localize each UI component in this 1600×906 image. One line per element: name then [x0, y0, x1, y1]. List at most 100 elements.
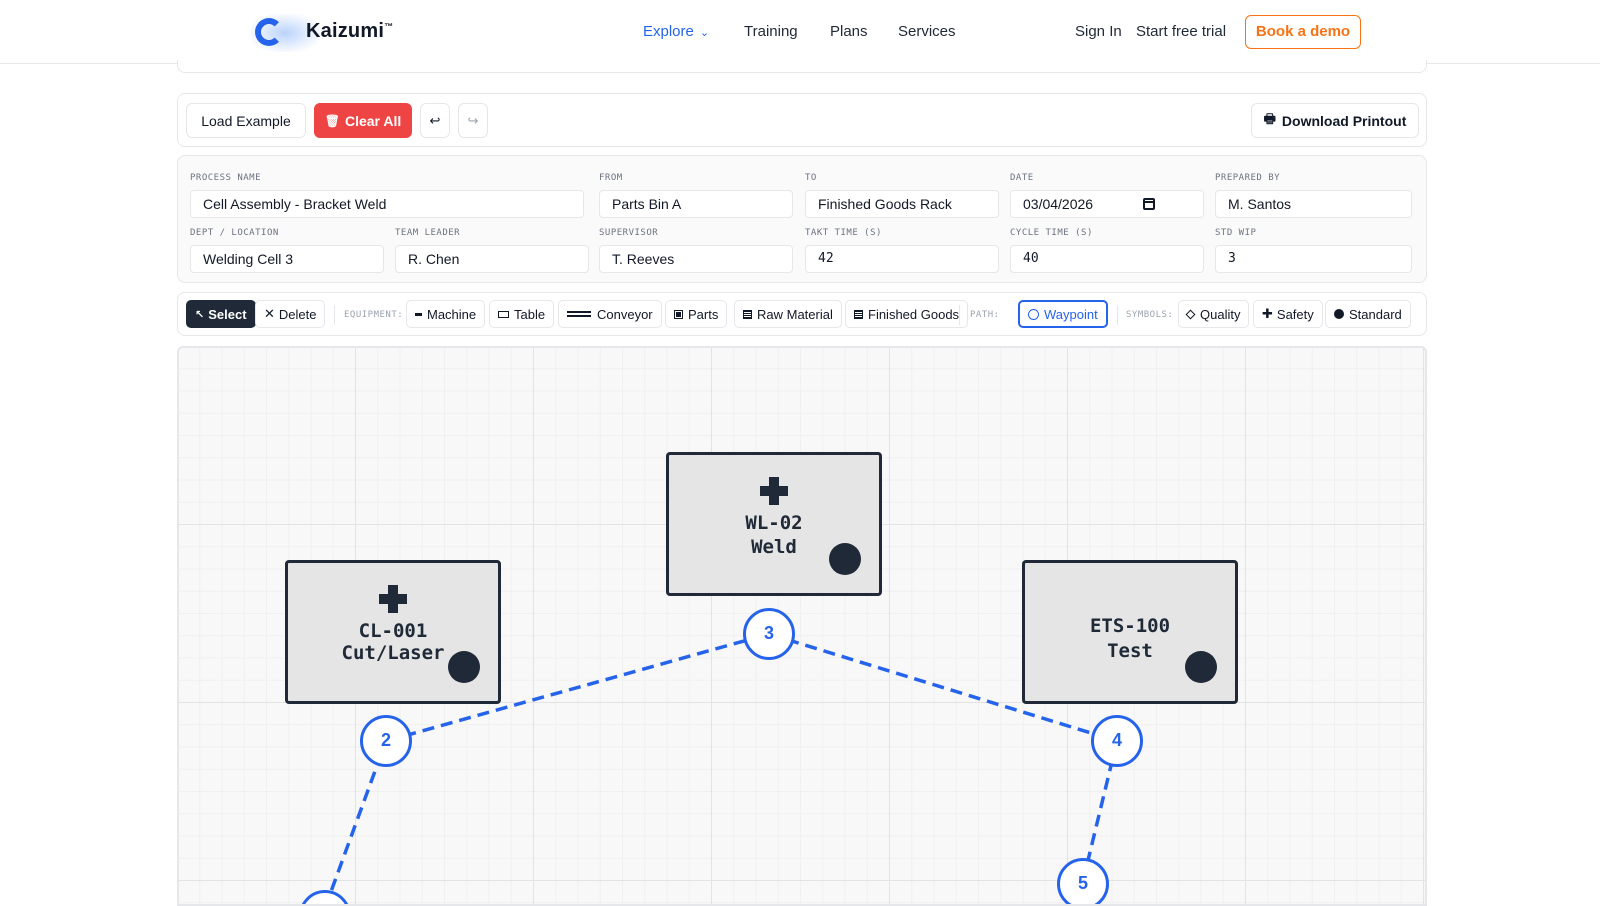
raw-material-tool-button[interactable]: Raw Material [734, 300, 842, 328]
prepared-by-label: PREPARED BY [1215, 173, 1281, 183]
cycle-time-input[interactable]: 40 [1010, 245, 1204, 273]
std-wip-label: STD WIP [1215, 228, 1257, 238]
brand-name[interactable]: Kaizumi™ [306, 20, 393, 43]
std-wip-field: STD WIP 3 [1215, 228, 1412, 273]
safety-tool-button[interactable]: ✚ Safety [1253, 300, 1323, 328]
trash-icon: 🗑 [324, 113, 340, 128]
calendar-icon[interactable] [1143, 198, 1155, 210]
delete-tool-button[interactable]: ✕ Delete [255, 300, 326, 328]
equipment-group-label: EQUIPMENT: [344, 310, 404, 320]
machine-node[interactable]: WL-02 Weld [666, 452, 882, 596]
palette-divider [959, 305, 960, 325]
previous-card-edge [177, 60, 1427, 73]
nav-services[interactable]: Services [898, 23, 956, 40]
waypoint-tool-button[interactable]: Waypoint [1018, 300, 1108, 328]
takt-time-field: TAKT TIME (S) 42 [805, 228, 999, 273]
machine-id: CL-001 [358, 620, 428, 642]
std-wip-input[interactable]: 3 [1215, 245, 1412, 273]
waypoint-marker[interactable]: 3 [743, 608, 795, 660]
download-printout-button[interactable]: 🖶 Download Printout [1251, 103, 1419, 138]
takt-time-label: TAKT TIME (S) [805, 228, 882, 238]
waypoint-marker[interactable]: 5 [1057, 858, 1109, 904]
cycle-time-field: CYCLE TIME (S) 40 [1010, 228, 1204, 273]
quality-diamond-icon [1185, 309, 1196, 319]
process-name-label: PROCESS NAME [190, 173, 262, 183]
waypoint-marker[interactable]: 4 [1091, 715, 1143, 767]
supervisor-input[interactable]: T. Reeves [599, 245, 793, 273]
team-leader-label: TEAM LEADER [395, 228, 461, 238]
path-segment[interactable] [324, 740, 388, 906]
printer-icon: 🖶 [1263, 110, 1276, 126]
standard-dot-icon [829, 543, 861, 575]
dept-location-input[interactable]: Welding Cell 3 [190, 245, 384, 273]
finished-goods-tool-button[interactable]: Finished Goods [845, 300, 969, 328]
team-leader-field: TEAM LEADER R. Chen [395, 228, 589, 273]
dept-location-label: DEPT / LOCATION [190, 228, 279, 238]
prepared-by-field: PREPARED BY M. Santos [1215, 173, 1412, 218]
book-demo-button[interactable]: Book a demo [1245, 15, 1361, 49]
symbols-group-label: SYMBOLS: [1126, 310, 1174, 320]
chevron-down-icon: ⌄ [699, 27, 710, 39]
machine-icon [415, 312, 422, 316]
sign-in-link[interactable]: Sign In [1075, 23, 1122, 40]
waypoint-marker[interactable]: 2 [360, 715, 412, 767]
prepared-by-input[interactable]: M. Santos [1215, 190, 1412, 218]
supervisor-label: SUPERVISOR [599, 228, 659, 238]
kaizumi-logo-icon[interactable] [255, 18, 283, 46]
finished-goods-icon [854, 309, 863, 319]
path-group-label: PATH: [970, 310, 1000, 320]
nav-training[interactable]: Training [744, 23, 798, 40]
start-free-trial-link[interactable]: Start free trial [1136, 23, 1226, 40]
standard-dot-icon [1334, 309, 1344, 319]
waypoint-icon [1028, 308, 1039, 320]
conveyor-tool-button[interactable]: Conveyor [558, 300, 662, 328]
cursor-icon: ↖ [195, 308, 205, 321]
table-icon [498, 310, 509, 318]
redo-button[interactable]: ↪ [458, 103, 488, 138]
tool-palette: ↖ Select ✕ Delete EQUIPMENT: Machine Table… [177, 292, 1427, 336]
redo-icon: ↪ [467, 112, 479, 128]
machine-node[interactable]: CL-001 Cut/Laser [285, 560, 501, 704]
table-tool-button[interactable]: Table [489, 300, 555, 328]
safety-cross-icon [379, 585, 407, 613]
from-field: FROM Parts Bin A [599, 173, 793, 218]
select-tool-button[interactable]: ↖ Select [186, 300, 256, 328]
close-icon: ✕ [264, 306, 275, 321]
palette-divider [1117, 305, 1118, 325]
machine-tool-button[interactable]: Machine [406, 300, 486, 328]
standard-dot-icon [448, 651, 480, 683]
machine-id: ETS-100 [1089, 615, 1171, 637]
undo-icon: ↩ [429, 112, 441, 128]
to-label: TO [805, 173, 817, 183]
cycle-time-label: CYCLE TIME (S) [1010, 228, 1093, 238]
top-nav-bar: Kaizumi™ Explore ⌄ Training Plans Service… [0, 0, 1600, 64]
palette-divider [334, 305, 335, 325]
date-field: DATE 03/04/2026 [1010, 173, 1204, 218]
from-input[interactable]: Parts Bin A [599, 190, 793, 218]
date-input[interactable]: 03/04/2026 [1010, 190, 1204, 218]
parts-tool-button[interactable]: Parts [665, 300, 728, 328]
quality-tool-button[interactable]: Quality [1178, 300, 1250, 328]
nav-explore[interactable]: Explore ⌄ [643, 23, 709, 40]
date-label: DATE [1010, 173, 1034, 183]
undo-button[interactable]: ↩ [420, 103, 450, 138]
action-toolbar: Load Example 🗑 Clear All ↩ ↪ 🖶 Download Pr… [177, 93, 1427, 147]
clear-all-button[interactable]: 🗑 Clear All [314, 103, 412, 138]
parts-icon [674, 309, 683, 319]
from-label: FROM [599, 173, 623, 183]
machine-id: WL-02 [745, 512, 803, 534]
load-example-button[interactable]: Load Example [186, 103, 306, 138]
conveyor-icon [567, 311, 591, 317]
machine-node[interactable]: ETS-100 Test [1022, 560, 1238, 704]
standard-tool-button[interactable]: Standard [1325, 300, 1411, 328]
supervisor-field: SUPERVISOR T. Reeves [599, 228, 793, 273]
to-input[interactable]: Finished Goods Rack [805, 190, 999, 218]
process-name-input[interactable]: Cell Assembly - Bracket Weld [190, 190, 584, 218]
layout-canvas[interactable]: CL-001 Cut/Laser WL-02 Weld ETS-100 Test… [177, 346, 1427, 906]
standard-dot-icon [1185, 651, 1217, 683]
raw-material-icon [743, 309, 752, 319]
takt-time-input[interactable]: 42 [805, 245, 999, 273]
team-leader-input[interactable]: R. Chen [395, 245, 589, 273]
nav-plans[interactable]: Plans [830, 23, 868, 40]
process-name-field: PROCESS NAME Cell Assembly - Bracket Wel… [190, 173, 584, 218]
